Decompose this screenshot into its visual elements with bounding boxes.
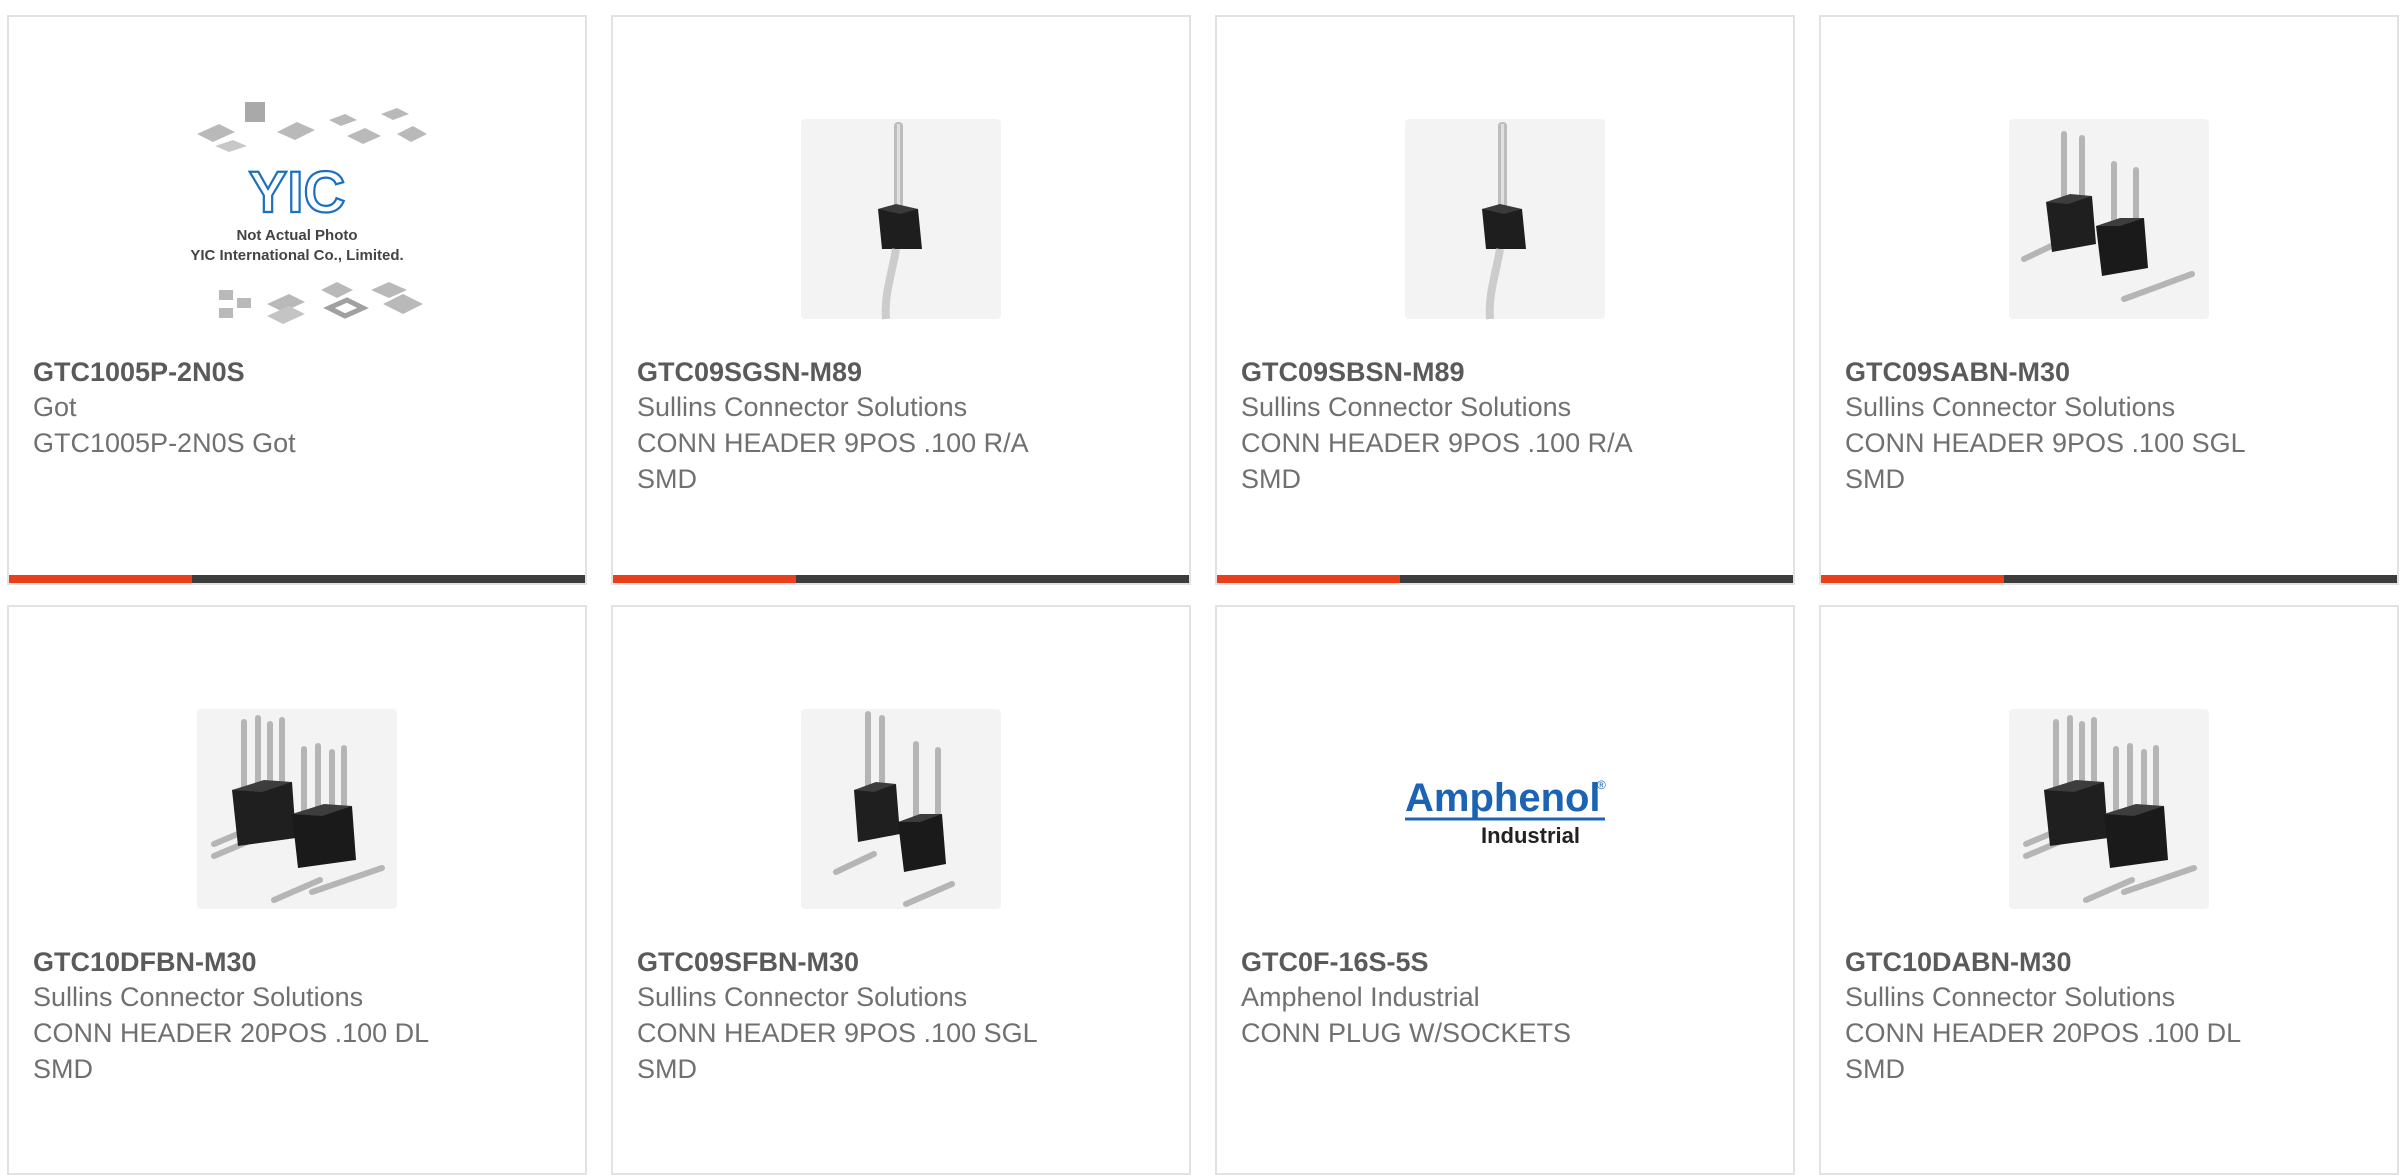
amphenol-logo-sub: Industrial: [1481, 823, 1580, 848]
product-card[interactable]: GTC09SGSN-M89 Sullins Connector Solution…: [611, 15, 1191, 585]
product-info: GTC09SGSN-M89 Sullins Connector Solution…: [637, 355, 1165, 497]
description: GTC1005P-2N0S Got: [33, 428, 296, 458]
product-info: GTC1005P-2N0S Got GTC1005P-2N0S Got: [33, 355, 561, 461]
description: CONN PLUG W/SOCKETS: [1241, 1018, 1572, 1048]
product-image: [613, 669, 1189, 949]
product-image: YIC Not Actual Photo YIC International C…: [9, 79, 585, 359]
amphenol-logo-name: Amphenol: [1405, 776, 1601, 820]
single-pin-header-icon: [801, 119, 1001, 320]
yic-placeholder-image: YIC Not Actual Photo YIC International C…: [190, 102, 427, 324]
product-info: GTC09SBSN-M89 Sullins Connector Solution…: [1241, 355, 1769, 497]
product-info: GTC10DFBN-M30 Sullins Connector Solution…: [33, 945, 561, 1087]
part-number[interactable]: GTC09SABN-M30: [1845, 355, 2373, 389]
card-accent-bar: [613, 575, 796, 583]
description: CONN HEADER 9POS .100 SGL SMD: [637, 1018, 1037, 1084]
dual-row-header-icon: [2009, 709, 2209, 909]
placeholder-text-1: Not Actual Photo: [236, 227, 357, 244]
yic-logo: YIC: [249, 160, 346, 225]
part-number[interactable]: GTC09SGSN-M89: [637, 355, 1165, 389]
single-pin-header-icon: [1405, 119, 1605, 320]
description: CONN HEADER 20POS .100 DL SMD: [1845, 1018, 2241, 1084]
product-info: GTC09SFBN-M30 Sullins Connector Solution…: [637, 945, 1165, 1087]
placeholder-text-2: YIC International Co., Limited.: [190, 247, 403, 264]
product-card[interactable]: GTC10DABN-M30 Sullins Connector Solution…: [1819, 605, 2399, 1175]
product-image: [1217, 79, 1793, 359]
part-number[interactable]: GTC10DABN-M30: [1845, 945, 2373, 979]
manufacturer: Got: [33, 392, 77, 422]
registered-mark: ®: [1597, 778, 1606, 792]
manufacturer: Sullins Connector Solutions: [1241, 392, 1572, 422]
manufacturer: Sullins Connector Solutions: [1845, 982, 2176, 1012]
product-image: [1821, 669, 2397, 949]
product-info: GTC09SABN-M30 Sullins Connector Solution…: [1845, 355, 2373, 497]
description: CONN HEADER 20POS .100 DL SMD: [33, 1018, 429, 1084]
card-bottom-bar: [9, 575, 585, 583]
dual-row-header-icon: [197, 709, 397, 909]
product-grid: YIC Not Actual Photo YIC International C…: [7, 15, 2399, 1175]
product-card[interactable]: Amphenol ® Industrial GTC0F-16S-5S Amphe…: [1215, 605, 1795, 1175]
product-card[interactable]: GTC09SFBN-M30 Sullins Connector Solution…: [611, 605, 1191, 1175]
description: CONN HEADER 9POS .100 SGL SMD: [1845, 428, 2245, 494]
part-number[interactable]: GTC1005P-2N0S: [33, 355, 561, 389]
product-card[interactable]: GTC10DFBN-M30 Sullins Connector Solution…: [7, 605, 587, 1175]
manufacturer: Sullins Connector Solutions: [637, 392, 968, 422]
single-row-header-icon: [2009, 119, 2209, 319]
product-image: [9, 669, 585, 949]
card-bottom-bar: [613, 575, 1189, 583]
part-number[interactable]: GTC09SFBN-M30: [637, 945, 1165, 979]
product-card[interactable]: GTC09SBSN-M89 Sullins Connector Solution…: [1215, 15, 1795, 585]
product-image: [1821, 79, 2397, 359]
card-accent-bar: [9, 575, 192, 583]
product-image: [613, 79, 1189, 359]
part-number[interactable]: GTC0F-16S-5S: [1241, 945, 1769, 979]
card-accent-bar: [1821, 575, 2004, 583]
card-accent-bar: [1217, 575, 1400, 583]
amphenol-logo: Amphenol ® Industrial: [1405, 776, 1606, 848]
product-image: Amphenol ® Industrial: [1217, 669, 1793, 949]
single-row-header-icon: [801, 709, 1001, 909]
description: CONN HEADER 9POS .100 R/A SMD: [1241, 428, 1632, 494]
product-info: GTC0F-16S-5S Amphenol Industrial CONN PL…: [1241, 945, 1769, 1051]
product-card[interactable]: GTC09SABN-M30 Sullins Connector Solution…: [1819, 15, 2399, 585]
manufacturer: Amphenol Industrial: [1241, 982, 1480, 1012]
product-card[interactable]: YIC Not Actual Photo YIC International C…: [7, 15, 587, 585]
product-info: GTC10DABN-M30 Sullins Connector Solution…: [1845, 945, 2373, 1087]
description: CONN HEADER 9POS .100 R/A SMD: [637, 428, 1028, 494]
manufacturer: Sullins Connector Solutions: [33, 982, 364, 1012]
manufacturer: Sullins Connector Solutions: [637, 982, 968, 1012]
card-bottom-bar: [1217, 575, 1793, 583]
part-number[interactable]: GTC10DFBN-M30: [33, 945, 561, 979]
manufacturer: Sullins Connector Solutions: [1845, 392, 2176, 422]
card-bottom-bar: [1821, 575, 2397, 583]
part-number[interactable]: GTC09SBSN-M89: [1241, 355, 1769, 389]
